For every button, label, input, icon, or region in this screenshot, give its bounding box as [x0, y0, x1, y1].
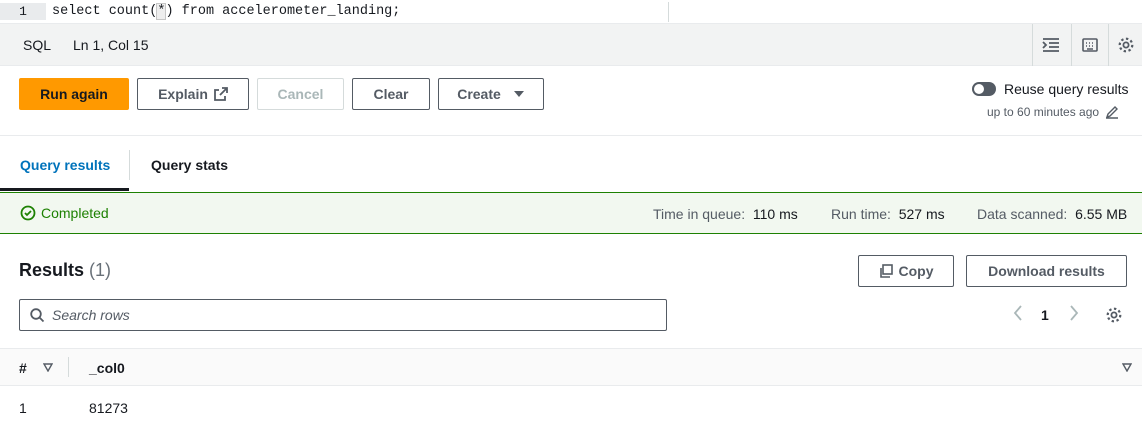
create-label: Create: [457, 86, 501, 102]
table-header: # _col0: [0, 348, 1142, 386]
create-button[interactable]: Create: [438, 78, 544, 110]
status-text: Completed: [41, 205, 109, 221]
status-badge: Completed: [20, 205, 109, 221]
editor-status-bar: SQL Ln 1, Col 15: [0, 24, 1142, 66]
edit-icon: [1106, 106, 1119, 119]
sort-icon[interactable]: [43, 363, 53, 372]
language-label: SQL: [23, 37, 52, 53]
explain-button[interactable]: Explain: [137, 78, 249, 110]
toolbar-divider: [0, 135, 1142, 136]
sql-editor[interactable]: 1 select count(*) from accelerometer_lan…: [0, 0, 1142, 24]
tab-separator: [129, 150, 130, 180]
search-icon: [30, 308, 45, 323]
tab-query-results[interactable]: Query results: [20, 157, 110, 173]
clear-button[interactable]: Clear: [352, 78, 430, 110]
next-page-icon[interactable]: [1068, 304, 1080, 325]
table-settings-icon[interactable]: [1105, 306, 1123, 327]
table-cell-col0: 81273: [89, 400, 128, 416]
sort-icon[interactable]: [1122, 363, 1132, 372]
check-circle-icon: [20, 205, 36, 221]
line-number: 1: [0, 3, 46, 20]
search-input[interactable]: Search rows: [19, 299, 667, 331]
code-before-cursor: select count(: [52, 4, 158, 19]
search-placeholder: Search rows: [52, 307, 130, 323]
run-time: Run time: 527 ms: [831, 206, 945, 222]
keyboard-icon[interactable]: [1071, 24, 1107, 66]
status-banner: Completed Time in queue: 110 ms Run time…: [0, 192, 1142, 234]
active-tab-indicator: [0, 188, 129, 191]
editor-ruler: [668, 2, 669, 22]
cancel-button[interactable]: Cancel: [257, 78, 344, 110]
data-scanned: Data scanned: 6.55 MB: [977, 206, 1128, 222]
reuse-results-window[interactable]: up to 60 minutes ago: [987, 105, 1119, 119]
time-in-queue: Time in queue: 110 ms: [653, 206, 798, 222]
code-after-cursor: ) from accelerometer_landing;: [165, 4, 401, 19]
settings-icon[interactable]: [1108, 24, 1142, 66]
current-page[interactable]: 1: [1041, 307, 1049, 323]
column-divider: [68, 357, 69, 377]
sql-code[interactable]: select count(*) from accelerometer_landi…: [52, 3, 400, 20]
reuse-results-label: Reuse query results: [1004, 81, 1129, 97]
download-results-button[interactable]: Download results: [966, 255, 1127, 287]
copy-label: Copy: [898, 263, 934, 279]
tab-query-stats[interactable]: Query stats: [151, 157, 228, 173]
indent-icon[interactable]: [1032, 24, 1068, 66]
copy-icon: [879, 264, 893, 278]
explain-label: Explain: [158, 86, 208, 102]
results-heading: Results (1): [19, 260, 112, 280]
previous-page-icon[interactable]: [1012, 304, 1024, 325]
reuse-results-toggle[interactable]: [972, 82, 996, 96]
column-header-index: #: [19, 360, 27, 376]
copy-button[interactable]: Copy: [858, 255, 954, 287]
column-header-col0[interactable]: _col0: [89, 360, 125, 376]
caret-down-icon: [513, 91, 524, 97]
run-again-button[interactable]: Run again: [19, 78, 129, 110]
external-link-icon: [213, 87, 228, 101]
cursor-position: Ln 1, Col 15: [73, 37, 149, 53]
table-cell-index: 1: [19, 400, 27, 416]
